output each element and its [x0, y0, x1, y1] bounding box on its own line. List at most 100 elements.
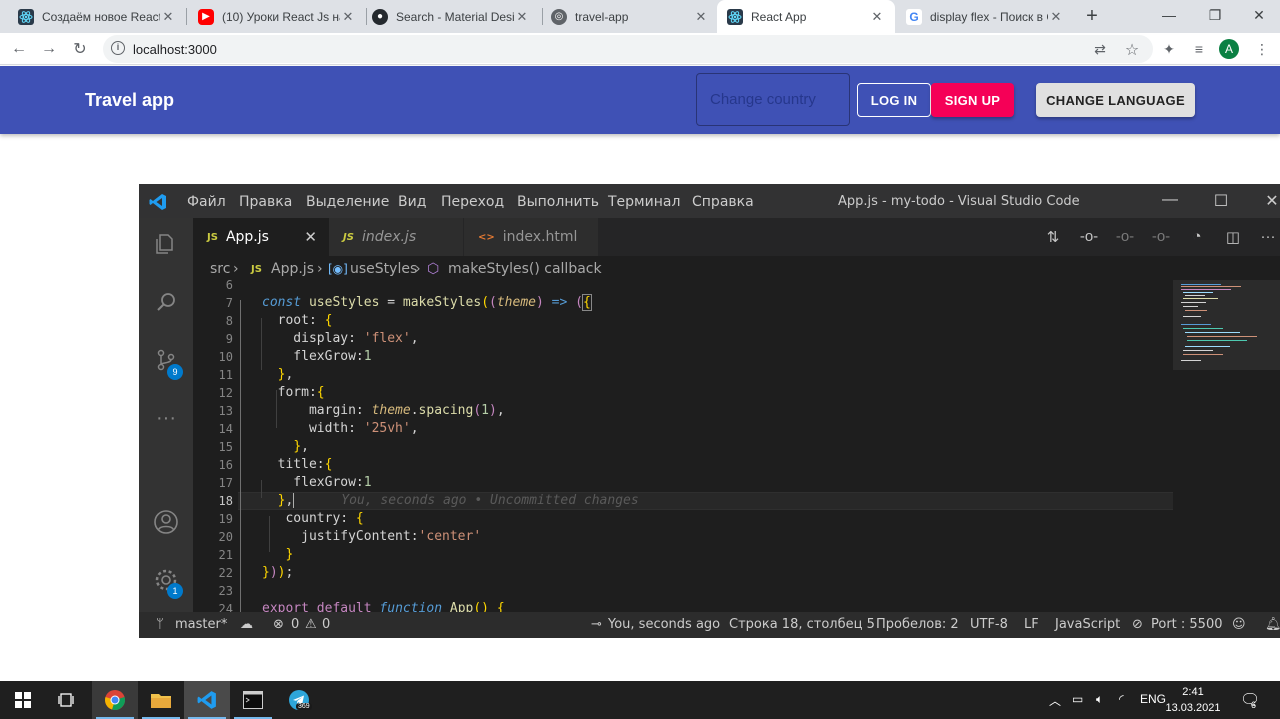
tab-index-html[interactable]: <> index.html — [464, 218, 598, 256]
browser-tab[interactable]: ◎ travel-app ✕ — [541, 0, 719, 33]
feedback-icon[interactable]: ☺ — [1232, 617, 1246, 632]
signup-button[interactable]: SIGN UP — [931, 83, 1014, 117]
notifications-bell-icon[interactable]: 🔔︎ — [1265, 617, 1280, 632]
close-icon[interactable]: ✕ — [693, 9, 709, 25]
browser-tab[interactable]: G display flex - Поиск в G ✕ — [896, 0, 1074, 33]
browser-tab[interactable]: ● Search - Material Desig ✕ — [362, 0, 540, 33]
menu-selection[interactable]: Выделение — [306, 194, 389, 210]
tab-app-js[interactable]: JS App.js ✕ — [193, 218, 329, 256]
more-actions-icon[interactable]: ··· — [1257, 228, 1279, 245]
tab-index-js[interactable]: JS index.js — [329, 218, 463, 256]
menu-edit[interactable]: Правка — [239, 194, 292, 210]
minimap-line — [1183, 316, 1201, 317]
extensions-icon[interactable]: ✦ — [1160, 41, 1178, 58]
info-icon[interactable]: i — [111, 41, 125, 55]
menu-help[interactable]: Справка — [692, 194, 754, 210]
close-icon[interactable]: ✕ — [869, 9, 885, 25]
indentation[interactable]: Пробелов: 2 — [876, 617, 959, 632]
vscode-maximize-button[interactable]: ☐ — [1206, 191, 1236, 211]
line-number: 16 — [218, 458, 233, 472]
reload-icon[interactable]: ↻ — [69, 38, 91, 60]
breadcrumb-item[interactable]: useStyles — [350, 261, 417, 277]
reading-list-icon[interactable]: ≡ — [1190, 41, 1208, 57]
translate-icon[interactable]: ⇄ — [1091, 41, 1109, 58]
wifi-icon[interactable]: ◜ — [1119, 692, 1124, 706]
menu-go[interactable]: Переход — [441, 194, 504, 210]
back-icon[interactable]: ← — [8, 38, 30, 60]
search-icon[interactable] — [152, 288, 180, 316]
battery-icon[interactable]: ▭ — [1072, 692, 1083, 706]
profile-avatar[interactable]: A — [1219, 39, 1239, 59]
warning-icon[interactable]: ⚠ — [305, 617, 317, 632]
breadcrumb-item[interactable]: App.js — [271, 261, 314, 277]
encoding[interactable]: UTF-8 — [970, 617, 1008, 632]
blame-status[interactable]: You, seconds ago — [608, 617, 720, 632]
code-editor[interactable]: 6 7 8 9 10 11 12 13 14 15 16 17 18 19 20… — [193, 280, 1280, 612]
close-window-button[interactable]: ✕ — [1236, 0, 1280, 30]
sync-icon[interactable]: ☁ — [240, 617, 253, 632]
close-icon[interactable]: ✕ — [514, 9, 530, 25]
login-button[interactable]: LOG IN — [857, 83, 931, 117]
split-editor-icon[interactable]: ◫ — [1222, 228, 1244, 246]
menu-kebab-icon[interactable]: ⋮ — [1253, 41, 1271, 58]
youtube-icon: ▶ — [198, 8, 214, 25]
error-icon[interactable]: ⊗ — [273, 617, 284, 632]
close-icon[interactable]: ✕ — [340, 9, 356, 25]
minimap-line — [1185, 295, 1205, 296]
change-country-select[interactable]: Change country — [696, 73, 850, 126]
windows-start-icon[interactable] — [0, 681, 46, 719]
breadcrumb-item[interactable]: src — [210, 261, 230, 277]
source-control-badge: 9 — [167, 364, 183, 380]
system-clock[interactable]: 2:41 13.03.2021 — [1163, 684, 1223, 716]
account-icon[interactable] — [152, 508, 180, 536]
end-of-line[interactable]: LF — [1024, 617, 1039, 632]
change-language-button[interactable]: CHANGE LANGUAGE — [1036, 83, 1195, 117]
minimap[interactable] — [1173, 280, 1280, 612]
new-tab-button[interactable]: + — [1081, 5, 1103, 28]
git-branch-icon[interactable]: ᛘ — [156, 617, 164, 632]
volume-icon[interactable]: 🔈︎ — [1096, 692, 1103, 707]
explorer-files-icon[interactable] — [152, 230, 180, 258]
next-change-icon[interactable]: -o- — [1150, 228, 1172, 245]
menu-view[interactable]: Вид — [398, 194, 426, 210]
cursor-position[interactable]: Строка 18, столбец 5 — [729, 617, 875, 632]
chrome-taskbar-icon[interactable] — [92, 681, 138, 719]
previous-change-icon[interactable]: -o- — [1114, 228, 1136, 245]
vscode-close-button[interactable]: ✕ — [1257, 191, 1280, 211]
menu-file[interactable]: Файл — [187, 194, 226, 210]
breadcrumb-item[interactable]: makeStyles() callback — [448, 261, 602, 277]
maximize-button[interactable]: ❐ — [1192, 0, 1238, 30]
address-bar[interactable]: i localhost:3000 ⇄ ☆ — [103, 35, 1153, 63]
live-server-port[interactable]: Port : 5500 — [1151, 617, 1223, 632]
forward-icon[interactable]: → — [38, 38, 60, 60]
url-text: localhost:3000 — [133, 42, 217, 57]
browser-tab[interactable]: Создаём новое React- ✕ — [8, 0, 186, 33]
git-branch[interactable]: master* — [175, 617, 227, 632]
github-icon: ● — [372, 8, 388, 25]
task-view-icon[interactable] — [44, 681, 90, 719]
vscode-minimize-button[interactable]: — — [1155, 191, 1185, 209]
menu-run[interactable]: Выполнить — [517, 194, 599, 210]
menu-terminal[interactable]: Терминал — [608, 194, 680, 210]
bookmark-star-icon[interactable]: ☆ — [1123, 40, 1141, 60]
warning-count[interactable]: 0 — [322, 617, 330, 632]
close-icon[interactable]: ✕ — [160, 9, 176, 25]
close-icon[interactable]: ✕ — [304, 228, 317, 246]
compare-changes-icon[interactable]: ⇅ — [1042, 228, 1064, 246]
close-icon[interactable]: ✕ — [1048, 9, 1064, 25]
vscode-taskbar-icon[interactable] — [184, 681, 230, 719]
open-changes-icon[interactable]: ◔ — [1186, 228, 1208, 245]
telegram-taskbar-icon[interactable]: 369 — [276, 681, 322, 719]
file-explorer-icon[interactable] — [138, 681, 184, 719]
tray-overflow-chevron-icon[interactable]: ︿ — [1049, 692, 1061, 709]
minimap-slider[interactable] — [1173, 280, 1280, 370]
browser-tab[interactable]: ▶ (10) Уроки React Js на ✕ — [188, 0, 366, 33]
language-mode[interactable]: JavaScript — [1055, 617, 1120, 632]
terminal-taskbar-icon[interactable] — [230, 681, 276, 719]
browser-tab-active[interactable]: React App ✕ — [717, 0, 895, 33]
vscode-window-title: App.js - my-todo - Visual Studio Code — [838, 194, 1080, 209]
error-count[interactable]: 0 — [291, 617, 299, 632]
minimize-button[interactable]: — — [1146, 0, 1192, 30]
more-icon[interactable]: ··· — [152, 404, 180, 432]
git-commit-icon[interactable]: -o- — [1078, 228, 1100, 245]
